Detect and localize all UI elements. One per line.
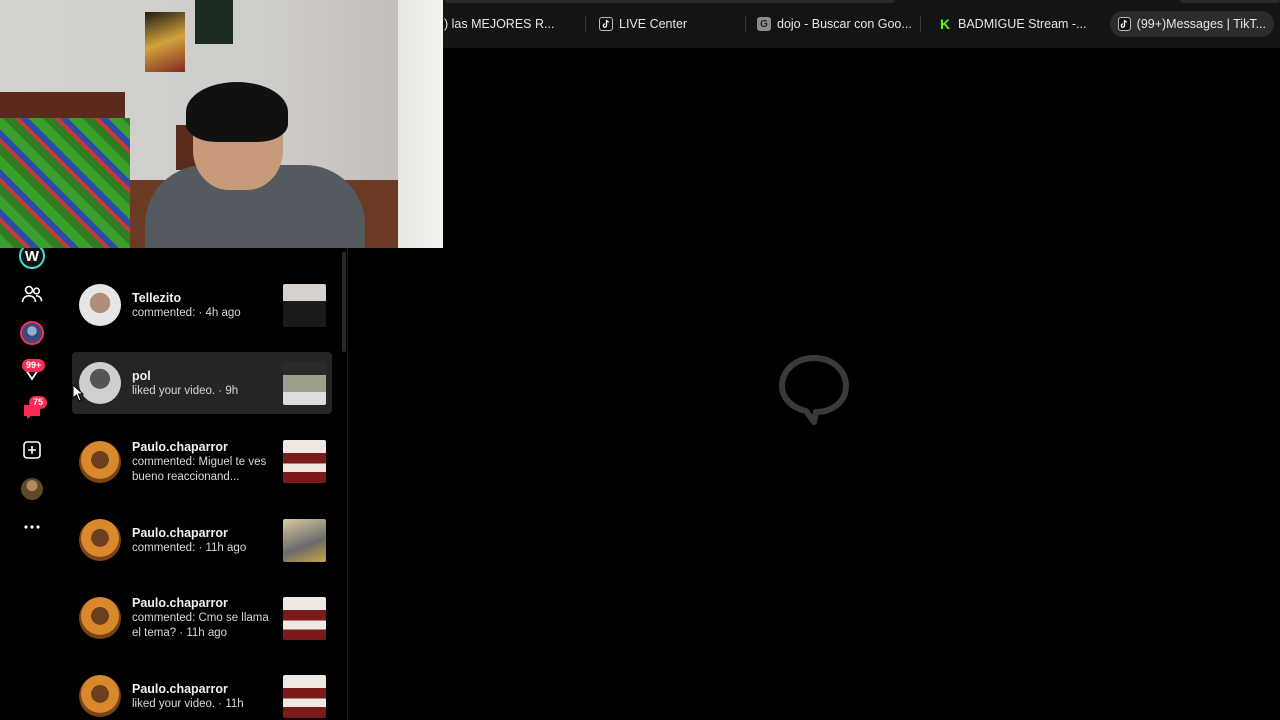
notification-message: liked your video. · 11h [132,697,244,710]
tab-las-mejores[interactable]: ) las MEJORES R... [436,11,562,37]
notification-name[interactable]: Paulo.chaparror [132,525,272,541]
messages-badge: 75 [29,396,48,409]
notification-message: commented: Miguel te ves bueno reacciona… [132,456,267,483]
video-thumbnail[interactable] [283,519,326,562]
upload-button[interactable] [19,437,45,463]
google-icon: G [757,17,771,31]
kick-icon: K [939,16,951,32]
tab-label: LIVE Center [619,17,688,31]
webcam-person-hair [186,82,288,142]
people-icon [21,285,43,303]
avatar[interactable] [79,284,121,326]
more-dots-icon [24,525,40,529]
video-thumbnail[interactable] [283,440,326,483]
profile-button[interactable] [19,476,45,502]
plus-square-icon [23,441,41,459]
sidebar-rail: W 99+ 75 [0,243,64,720]
list-item[interactable]: Paulo.chaparror commented: Cmo se llama … [72,587,332,649]
panel-divider [347,248,348,720]
avatar [21,478,43,500]
mouse-cursor-icon [72,384,85,402]
tab-google-search[interactable]: G dojo - Buscar con Goo... [749,11,920,37]
more-button[interactable] [19,514,45,540]
notification-name[interactable]: Paulo.chaparror [132,681,272,697]
notification-name[interactable]: Paulo.chaparror [132,595,272,611]
tab-kick-stream[interactable]: K BADMIGUE Stream -... [930,11,1095,37]
webcam-overlay [0,0,443,248]
avatar[interactable] [79,519,121,561]
messages-button[interactable]: 75 [19,396,48,424]
webcam-poster [195,0,233,44]
tab-label: ) las MEJORES R... [444,17,555,31]
tiktok-icon [1118,17,1131,31]
webcam-poster [145,12,185,72]
tab-strip-edge [445,0,895,3]
tab-separator [920,16,921,32]
webcam-bed [0,118,130,248]
video-thumbnail[interactable] [283,284,326,327]
webcam-door [398,0,443,248]
live-avatar-button[interactable] [19,320,45,346]
tab-separator [585,16,586,32]
tab-separator [745,16,746,32]
video-thumbnail[interactable] [283,675,326,718]
list-item[interactable]: Paulo.chaparror liked your video. · 11h [72,665,332,720]
tiktok-icon [599,17,613,31]
chat-bubble-icon [779,355,849,425]
tab-label: dojo - Buscar con Goo... [777,17,912,31]
notification-message: commented: Cmo se llama el tema? · 11h a… [132,612,269,639]
notifications-panel: Tellezito commented: · 4h ago pol liked … [64,248,348,720]
tab-label: (99+)Messages | TikT... [1136,17,1266,31]
tab-label: BADMIGUE Stream -... [958,17,1087,31]
list-item[interactable]: Paulo.chaparror commented: · 11h ago [72,509,332,571]
following-button[interactable] [19,281,45,307]
tab-tiktok-messages[interactable]: (99+)Messages | TikT... [1110,11,1274,37]
avatar [20,321,44,345]
notification-name[interactable]: Paulo.chaparror [132,439,272,455]
avatar[interactable] [79,441,121,483]
tab-live-center[interactable]: LIVE Center [591,11,695,37]
notification-name[interactable]: pol [132,368,272,384]
panel-scrollbar[interactable] [342,252,346,352]
inbox-button[interactable]: 99+ [19,359,46,386]
list-item[interactable]: Paulo.chaparror commented: Miguel te ves… [72,430,332,494]
video-thumbnail[interactable] [283,597,326,640]
list-item[interactable]: Tellezito commented: · 4h ago [72,274,332,336]
notification-message: commented: · 4h ago [132,306,241,319]
tab-strip-edge [1180,0,1280,3]
notification-message: commented: · 11h ago [132,541,247,554]
video-thumbnail[interactable] [283,362,326,405]
avatar[interactable] [79,597,121,639]
notification-message: liked your video. · 9h [132,384,239,397]
inbox-badge: 99+ [22,359,46,372]
avatar[interactable] [79,675,121,717]
list-item[interactable]: pol liked your video. · 9h [72,352,332,414]
notification-name[interactable]: Tellezito [132,290,272,306]
